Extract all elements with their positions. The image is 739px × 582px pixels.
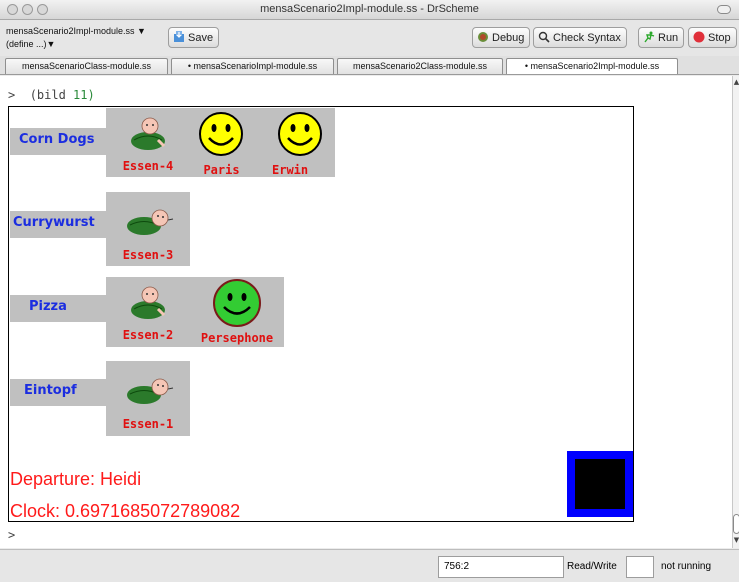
- person-cell: Persephone: [190, 277, 284, 347]
- cursor-position: 756:2: [438, 556, 564, 578]
- drscheme-window: mensaScenario2Impl-module.ss - DrScheme …: [0, 0, 739, 582]
- person-cell: Paris: [190, 108, 253, 177]
- check-syntax-button[interactable]: Check Syntax: [533, 27, 627, 48]
- tab-mensascenario2class[interactable]: mensaScenario2Class-module.ss: [337, 58, 503, 74]
- bug-icon: [477, 31, 489, 43]
- file-tabs: mensaScenarioClass-module.ss • mensaScen…: [0, 56, 739, 75]
- magnifier-icon: [538, 31, 550, 43]
- dish-label: Pizza: [10, 295, 106, 322]
- tab-mensascenario2impl[interactable]: • mensaScenario2Impl-module.ss: [506, 58, 678, 74]
- status-indicator-box: [626, 556, 654, 578]
- run-label: Run: [658, 32, 679, 44]
- essen-label: Essen-4: [122, 159, 174, 173]
- next-prompt[interactable]: >: [8, 528, 15, 542]
- define-menu[interactable]: (define ...)▼: [6, 39, 55, 49]
- stop-icon: [693, 31, 705, 43]
- command-argument: 11): [73, 88, 95, 102]
- essen-label: Essen-2: [122, 328, 174, 342]
- smiley-icon: [278, 112, 322, 156]
- save-button[interactable]: Save: [168, 27, 220, 48]
- read-write-mode[interactable]: Read/Write: [567, 561, 617, 572]
- command-line: > (bild 11): [8, 88, 95, 102]
- clock-text: Clock: 0.6971685072789082: [10, 501, 241, 521]
- check-syntax-label: Check Syntax: [553, 32, 621, 44]
- baby-icon: [127, 209, 174, 235]
- dish-label: Currywurst: [10, 211, 106, 238]
- tab-mensascenarioclass[interactable]: mensaScenarioClass-module.ss: [5, 58, 168, 74]
- status-bar: 756:2 Read/Write not running: [0, 549, 739, 582]
- stop-button[interactable]: Stop: [688, 27, 737, 48]
- module-name-menu[interactable]: mensaScenario2Impl-module.ss ▼: [6, 26, 146, 36]
- window-title: mensaScenario2Impl-module.ss - DrScheme: [260, 3, 479, 15]
- departure-text: Departure: Heidi: [10, 469, 142, 489]
- vertical-scrollbar[interactable]: ▲ ▼: [732, 76, 739, 548]
- save-icon: [173, 31, 185, 43]
- scroll-down-arrow-icon[interactable]: ▼: [733, 536, 739, 544]
- scenario-canvas: Corn Dogs Essen-4 Paris Erwin Currywurst…: [8, 106, 634, 522]
- dish-label: Corn Dogs: [10, 128, 106, 155]
- prompt-symbol: >: [8, 88, 16, 102]
- toolbar-toggle-button[interactable]: [717, 5, 731, 14]
- person-cell: Erwin: [253, 108, 335, 177]
- essen-cell: Essen-2: [106, 277, 190, 347]
- run-button[interactable]: Run: [638, 27, 685, 48]
- essen-cell: Essen-3: [106, 192, 190, 266]
- debug-label: Debug: [492, 32, 525, 44]
- person-name: Erwin: [272, 163, 309, 177]
- person-name: Persephone: [200, 331, 274, 345]
- command-text: (bild: [29, 88, 66, 102]
- baby-icon: [131, 286, 166, 319]
- smiley-icon: [213, 279, 261, 327]
- scroll-up-arrow-icon[interactable]: ▲: [733, 78, 739, 86]
- exit-door-inner: [575, 459, 625, 509]
- title-bar: mensaScenario2Impl-module.ss - DrScheme: [0, 0, 739, 20]
- save-label: Save: [188, 32, 214, 44]
- baby-icon: [131, 117, 166, 150]
- essen-cell: Essen-1: [106, 361, 190, 436]
- toolbar: mensaScenario2Impl-module.ss ▼ (define .…: [0, 20, 739, 56]
- running-man-icon: [643, 31, 655, 43]
- scroll-thumb[interactable]: [733, 514, 739, 534]
- person-name: Paris: [203, 163, 240, 177]
- essen-label: Essen-3: [122, 248, 174, 262]
- essen-cell: Essen-4: [106, 108, 190, 177]
- exit-door-box: [567, 451, 633, 517]
- baby-icon: [127, 378, 174, 404]
- debug-button[interactable]: Debug: [472, 27, 531, 48]
- tab-mensascenarioimpl[interactable]: • mensaScenarioImpl-module.ss: [171, 58, 334, 74]
- smiley-icon: [199, 112, 243, 156]
- dish-label: Eintopf: [10, 379, 106, 406]
- essen-label: Essen-1: [122, 417, 174, 431]
- interactions-pane[interactable]: > (bild 11) Corn Dogs Essen-4 Paris Erwi…: [0, 76, 732, 548]
- run-state: not running: [661, 561, 712, 572]
- stop-label: Stop: [708, 32, 731, 44]
